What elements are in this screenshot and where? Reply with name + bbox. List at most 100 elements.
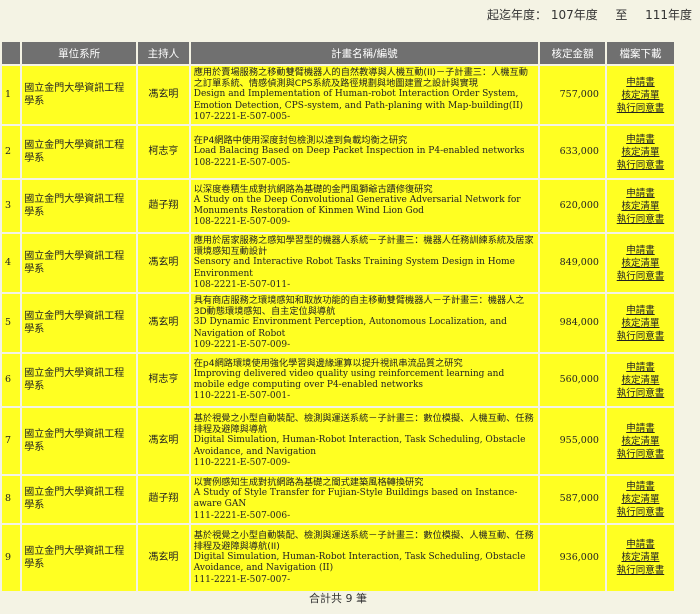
approval-list-link[interactable]: 核定清單 [609,551,672,564]
consent-form-link[interactable]: 執行同意書 [609,330,672,343]
consent-form-link[interactable]: 執行同意書 [609,506,672,519]
table-row: 6 國立金門大學資訊工程學系 柯志亨 在p4網路環境使用強化學習與邊緣運算以提升視訊串… [2,354,674,407]
header-index [2,42,21,64]
header-downloads: 檔案下載 [606,42,674,64]
pi-cell: 趙子翔 [137,180,189,233]
project-code: 110-2221-E-507-001- [193,391,291,402]
project-cell: 以深度卷積生成對抗網路為基礎的金門風獅爺古蹟修復研究 A Study on the… [190,180,538,233]
table-row: 4 國立金門大學資訊工程學系 馮玄明 應用於居家服務之感知學習型的機器人系統－子計畫三… [2,234,674,293]
approval-list-link[interactable]: 核定清單 [609,89,672,102]
approval-list-link[interactable]: 核定清單 [609,146,672,159]
project-code: 108-2221-E-507-005- [193,157,291,168]
application-link[interactable]: 申請書 [609,133,672,146]
grants-table: 單位系所 主持人 計畫名稱/編號 核定金額 檔案下載 1 國立金門大學資訊工程學系… [0,40,676,593]
row-index: 6 [2,354,21,407]
project-cell: 基於視覺之小型自動裝配、檢測與運送系統－子計畫三：數位模擬、人機互動、任務排程及… [190,408,538,475]
project-title-en: A Study on the Deep Convolutional Genera… [193,194,521,217]
pi-cell: 趙子翔 [137,476,189,523]
approval-list-link[interactable]: 核定清單 [609,200,672,213]
application-link[interactable]: 申請書 [609,76,672,89]
project-cell: 具有商店服務之環境感知和取放功能的自主移動雙臂機器人－子計畫三：機器人之3D動態… [190,294,538,353]
approval-list-link[interactable]: 核定清單 [609,317,672,330]
amount-cell: 757,000 [539,66,605,125]
header-unit: 單位系所 [22,42,136,64]
consent-form-link[interactable]: 執行同意書 [609,102,672,115]
project-title-en: 3D Dynamic Environment Perception, Auton… [193,317,507,339]
project-title-zh: 應用於居家服務之感知學習型的機器人系統－子計畫三：機器人任務訓練系統及居家環境感… [193,235,534,258]
header-pi: 主持人 [137,42,189,64]
consent-form-link[interactable]: 執行同意書 [609,387,672,400]
approval-list-link[interactable]: 核定清單 [609,374,672,387]
unit-cell: 國立金門大學資訊工程學系 [22,354,136,407]
project-code: 110-2221-E-507-009- [193,457,291,468]
pi-cell: 馮玄明 [137,408,189,475]
consent-form-link[interactable]: 執行同意書 [609,213,672,226]
row-index: 4 [2,234,21,293]
project-title-zh: 具有商店服務之環境感知和取放功能的自主移動雙臂機器人－子計畫三：機器人之3D動態… [193,295,525,318]
project-cell: 基於視覺之小型自動裝配、檢測與運送系統－子計畫三：數位模擬、人機互動、任務排程及… [190,524,538,591]
project-title-en: Digital Simulation, Human-Robot Interact… [193,552,526,574]
amount-cell: 955,000 [539,408,605,475]
amount-cell: 560,000 [539,354,605,407]
consent-form-link[interactable]: 執行同意書 [609,448,672,461]
unit-cell: 國立金門大學資訊工程學系 [22,180,136,233]
pi-cell: 馮玄明 [137,66,189,125]
project-title-en: A Study of Style Transfer for Fujian-Sty… [193,488,518,510]
table-row: 9 國立金門大學資訊工程學系 馮玄明 基於視覺之小型自動裝配、檢測與運送系統－子計畫三… [2,524,674,591]
project-title-zh: 應用於賣場服務之移動雙臂機器人的自然教導與人機互動(II)－子計畫三：人機互動之… [193,67,528,90]
row-index: 3 [2,180,21,233]
downloads-cell: 申請書 核定清單 執行同意書 [606,354,674,407]
application-link[interactable]: 申請書 [609,422,672,435]
application-link[interactable]: 申請書 [609,304,672,317]
row-index: 9 [2,524,21,591]
approval-list-link[interactable]: 核定清單 [609,493,672,506]
downloads-cell: 申請書 核定清單 執行同意書 [606,234,674,293]
consent-form-link[interactable]: 執行同意書 [609,159,672,172]
pi-cell: 柯志亨 [137,354,189,407]
approval-list-link[interactable]: 核定清單 [609,257,672,270]
application-link[interactable]: 申請書 [609,480,672,493]
table-row: 8 國立金門大學資訊工程學系 趙子翔 以實例感知生成對抗網路為基礎之閩式建築風格轉換研… [2,476,674,523]
project-cell: 以實例感知生成對抗網路為基礎之閩式建築風格轉換研究 A Study of Styl… [190,476,538,523]
project-code: 109-2221-E-507-009- [193,339,291,350]
project-cell: 在P4網路中使用深度封包檢測以達到負載均衡之研究 Load Balacing Ba… [190,126,538,179]
project-title-en: Digital Simulation, Human-Robot Interact… [193,435,526,457]
pi-cell: 馮玄明 [137,234,189,293]
application-link[interactable]: 申請書 [609,187,672,200]
application-link[interactable]: 申請書 [609,361,672,374]
approval-list-link[interactable]: 核定清單 [609,435,672,448]
amount-cell: 984,000 [539,294,605,353]
consent-form-link[interactable]: 執行同意書 [609,564,672,577]
project-code: 108-2221-E-507-011- [193,279,291,290]
project-title-zh: 基於視覺之小型自動裝配、檢測與運送系統－子計畫三：數位模擬、人機互動、任務排程及… [193,413,534,436]
project-code: 111-2221-E-507-006- [193,510,291,521]
row-index: 5 [2,294,21,353]
application-link[interactable]: 申請書 [609,538,672,551]
unit-cell: 國立金門大學資訊工程學系 [22,234,136,293]
consent-form-link[interactable]: 執行同意書 [609,270,672,283]
downloads-cell: 申請書 核定清單 執行同意書 [606,476,674,523]
project-cell: 應用於居家服務之感知學習型的機器人系統－子計畫三：機器人任務訓練系統及居家環境感… [190,234,538,293]
table-row: 2 國立金門大學資訊工程學系 柯志亨 在P4網路中使用深度封包檢測以達到負載均衡之研究… [2,126,674,179]
project-title-en: Sensory and Interactive Robot Tasks Trai… [193,257,515,279]
year-range-end: 111年度 [645,8,692,22]
application-link[interactable]: 申請書 [609,244,672,257]
unit-cell: 國立金門大學資訊工程學系 [22,476,136,523]
project-title-zh: 在P4網路中使用深度封包檢測以達到負載均衡之研究 [193,135,408,147]
downloads-cell: 申請書 核定清單 執行同意書 [606,180,674,233]
row-index: 7 [2,408,21,475]
year-range-label: 起迄年度： [487,8,548,22]
downloads-cell: 申請書 核定清單 執行同意書 [606,524,674,591]
table-row: 1 國立金門大學資訊工程學系 馮玄明 應用於賣場服務之移動雙臂機器人的自然教導與人機互… [2,66,674,125]
row-index: 1 [2,66,21,125]
year-range: 起迄年度： 107年度 至 111年度 [487,6,692,23]
amount-cell: 936,000 [539,524,605,591]
table-header-row: 單位系所 主持人 計畫名稱/編號 核定金額 檔案下載 [2,42,674,64]
downloads-cell: 申請書 核定清單 執行同意書 [606,408,674,475]
amount-cell: 620,000 [539,180,605,233]
amount-cell: 849,000 [539,234,605,293]
header-amount: 核定金額 [539,42,605,64]
row-index: 8 [2,476,21,523]
project-code: 107-2221-E-507-005- [193,111,291,122]
row-index: 2 [2,126,21,179]
